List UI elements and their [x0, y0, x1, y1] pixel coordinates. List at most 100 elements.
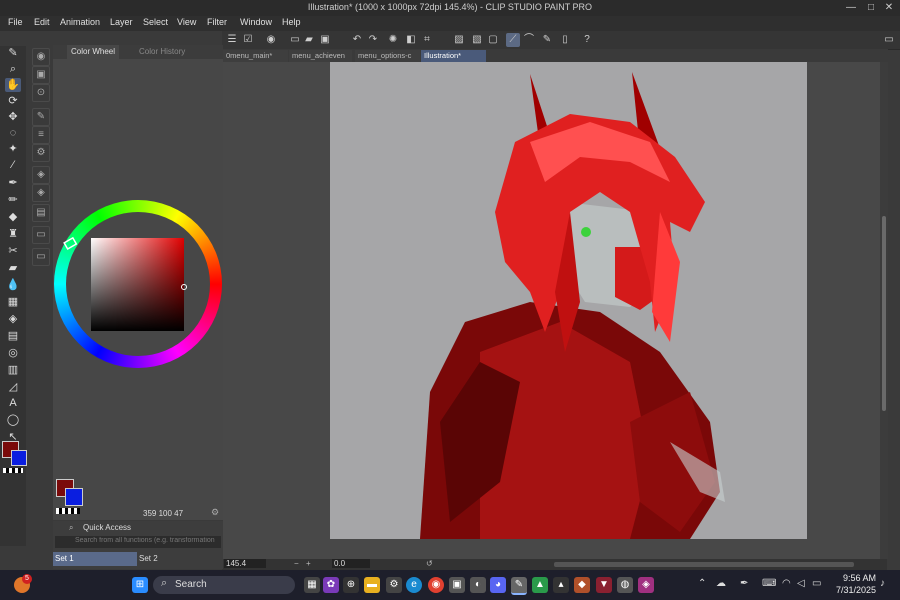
- app-icon[interactable]: ◈: [638, 577, 654, 593]
- panel-icon[interactable]: ◉: [32, 48, 50, 66]
- layer-icon[interactable]: ▤: [32, 204, 50, 222]
- color-wheel[interactable]: [53, 195, 223, 370]
- eraser-icon[interactable]: ▰: [5, 261, 21, 275]
- menu-animation[interactable]: Animation: [60, 17, 100, 27]
- menu-layer[interactable]: Layer: [110, 17, 133, 27]
- doc-tab-active[interactable]: Illustration*: [421, 50, 486, 62]
- close-button[interactable]: ✕: [880, 0, 898, 16]
- clear-icon[interactable]: ▨: [452, 33, 466, 47]
- folder-icon[interactable]: ▭: [32, 226, 50, 244]
- menu-view[interactable]: View: [177, 17, 196, 27]
- app-icon[interactable]: ◆: [574, 577, 590, 593]
- crop-icon[interactable]: ⌗: [420, 33, 434, 47]
- spinner-icon[interactable]: ✺: [386, 33, 400, 47]
- move-tool-icon[interactable]: ✥: [5, 110, 21, 124]
- rotation-field[interactable]: 0.0: [332, 559, 370, 568]
- text-tool-icon[interactable]: A: [5, 396, 21, 410]
- pen-icon[interactable]: ✒: [5, 176, 21, 190]
- brush-icon[interactable]: ◆: [5, 210, 21, 224]
- slider-icon[interactable]: ≡: [32, 126, 50, 144]
- collapse-icon[interactable]: ▭: [882, 33, 896, 47]
- eyedropper-icon[interactable]: ⁄: [5, 158, 21, 172]
- ruler-icon[interactable]: ◿: [5, 380, 21, 394]
- volume-icon[interactable]: ◁: [797, 578, 805, 589]
- task-view-icon[interactable]: ▦: [304, 577, 320, 593]
- figure-icon[interactable]: ◎: [5, 346, 21, 360]
- layers-icon[interactable]: ◈: [32, 166, 50, 184]
- help-icon[interactable]: ?: [580, 33, 594, 47]
- menu-edit[interactable]: Edit: [34, 17, 50, 27]
- panel-icon[interactable]: ▣: [32, 66, 50, 84]
- sub-color-swatch[interactable]: [11, 450, 27, 466]
- transparent-color-swatch[interactable]: [56, 508, 80, 514]
- new-file-icon[interactable]: ▭: [288, 33, 302, 47]
- hand-tool-icon[interactable]: ✋: [5, 78, 21, 92]
- app-icon[interactable]: ▲: [532, 577, 548, 593]
- deselect-icon[interactable]: ▢: [486, 33, 500, 47]
- app-icon[interactable]: ▼: [596, 577, 612, 593]
- horizontal-scrollbar[interactable]: [554, 562, 854, 567]
- tablet-icon[interactable]: ▯: [558, 33, 572, 47]
- cloud-icon[interactable]: ☁: [716, 578, 726, 589]
- transparent-color-swatch[interactable]: [3, 468, 23, 473]
- balloon-icon[interactable]: ◯: [5, 413, 21, 427]
- save-icon[interactable]: ▣: [318, 33, 332, 47]
- minimize-button[interactable]: —: [842, 0, 860, 16]
- zoom-tool-icon[interactable]: ⌕: [5, 62, 21, 76]
- pen-icon[interactable]: ✒: [740, 578, 748, 589]
- chevron-up-icon[interactable]: ⌃: [698, 578, 706, 589]
- curve-ruler-icon[interactable]: ⌒: [522, 33, 536, 47]
- start-icon[interactable]: ⊞: [132, 577, 148, 593]
- clip-studio-icon[interactable]: ✎: [511, 577, 527, 595]
- settings-icon[interactable]: ⚙: [32, 144, 50, 162]
- clock-date[interactable]: 7/31/2025: [830, 585, 876, 595]
- edge-icon[interactable]: e: [406, 577, 422, 593]
- tab-set-1[interactable]: Set 1: [53, 552, 137, 566]
- open-folder-icon[interactable]: ▰: [302, 33, 316, 47]
- discord-icon[interactable]: ◕: [490, 577, 506, 593]
- menu-select[interactable]: Select: [143, 17, 168, 27]
- bucket-icon[interactable]: ◈: [5, 312, 21, 326]
- tab-color-wheel[interactable]: Color Wheel: [67, 45, 120, 59]
- maximize-button[interactable]: □: [862, 0, 880, 16]
- keyboard-icon[interactable]: ⌨: [762, 578, 776, 589]
- wifi-icon[interactable]: ◠: [782, 578, 791, 589]
- app-icon[interactable]: ◍: [617, 577, 633, 593]
- doc-tab[interactable]: menu_achieven: [289, 50, 352, 62]
- hamburger-icon[interactable]: ☰: [225, 33, 239, 47]
- eye-icon[interactable]: ◉: [264, 33, 278, 47]
- settings-icon[interactable]: ⚙: [211, 507, 219, 518]
- layers-icon[interactable]: ◈: [32, 184, 50, 202]
- magic-wand-icon[interactable]: ✦: [5, 142, 21, 156]
- undo-icon[interactable]: ↶: [350, 33, 364, 47]
- menu-file[interactable]: File: [8, 17, 23, 27]
- lasso-tool-icon[interactable]: ◌: [5, 126, 21, 140]
- pencil-icon[interactable]: ✏: [5, 193, 21, 207]
- tab-color-history[interactable]: Color History: [135, 45, 189, 59]
- search-box[interactable]: ⌕ Search: [153, 576, 295, 594]
- widgets-icon[interactable]: ✿: [323, 577, 339, 593]
- zoom-out-icon[interactable]: −: [294, 559, 299, 568]
- folder-icon[interactable]: ▭: [32, 248, 50, 266]
- redo-icon[interactable]: ↷: [366, 33, 380, 47]
- menu-help[interactable]: Help: [282, 17, 301, 27]
- drawing-canvas[interactable]: [330, 62, 807, 539]
- blend-icon[interactable]: 💧: [5, 278, 21, 292]
- sub-color-swatch[interactable]: [65, 488, 83, 506]
- rotate-reset-icon[interactable]: ↺: [426, 559, 433, 568]
- edit-ruler-icon[interactable]: ✎: [540, 33, 554, 47]
- app-icon[interactable]: ⊕: [343, 577, 359, 593]
- rotate-tool-icon[interactable]: ⟳: [5, 94, 21, 108]
- pen-tool-icon[interactable]: ✎: [5, 46, 21, 60]
- file-explorer-icon[interactable]: ▬: [364, 577, 380, 593]
- fill-tool-icon[interactable]: ▦: [5, 295, 21, 309]
- fill-icon[interactable]: ◧: [404, 33, 418, 47]
- zoom-in-icon[interactable]: +: [306, 559, 311, 568]
- snap-ruler-icon[interactable]: ⟋: [506, 33, 520, 47]
- app-icon[interactable]: ◐: [470, 577, 486, 593]
- bell-icon[interactable]: ♪: [880, 578, 885, 589]
- search-icon[interactable]: ⊙: [32, 84, 50, 102]
- fill-selection-icon[interactable]: ▧: [470, 33, 484, 47]
- gradient-icon[interactable]: ▤: [5, 329, 21, 343]
- frame-icon[interactable]: ▥: [5, 363, 21, 377]
